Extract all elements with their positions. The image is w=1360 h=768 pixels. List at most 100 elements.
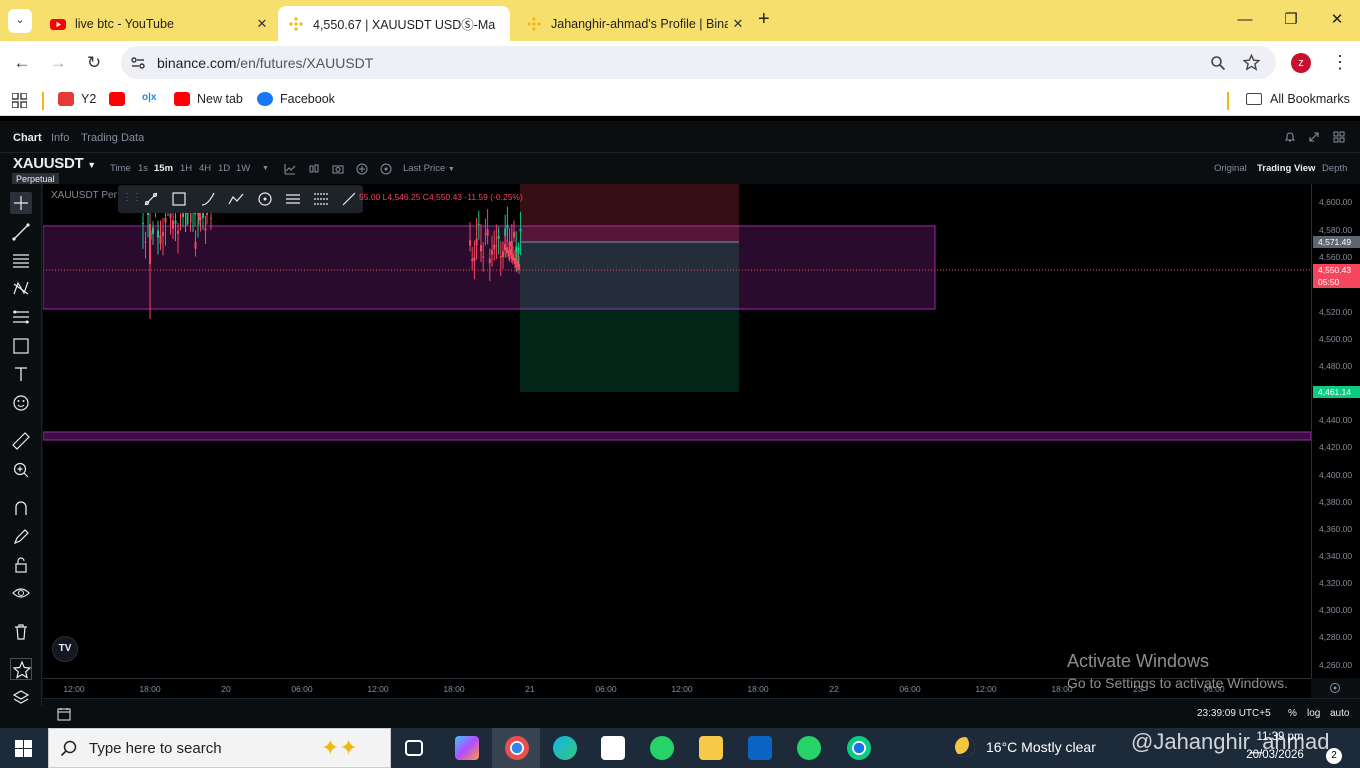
drag-handle-icon[interactable]: ⋮⋮ <box>122 192 142 203</box>
path-icon[interactable] <box>227 190 245 208</box>
bookmark-new-tab[interactable]: New tab <box>174 92 243 106</box>
tab-search-button[interactable]: ⌄ <box>8 9 32 33</box>
tab-info[interactable]: Info <box>51 132 69 144</box>
file-explorer-icon[interactable] <box>699 736 723 760</box>
take-profit-zone[interactable] <box>520 242 739 392</box>
fib-channel-icon[interactable] <box>312 190 330 208</box>
timeframe-1s[interactable]: 1s <box>138 163 148 174</box>
back-button[interactable]: ← <box>10 51 34 75</box>
all-bookmarks[interactable]: All Bookmarks <box>1246 92 1350 106</box>
ruler-tool[interactable] <box>10 430 32 452</box>
tab-youtube[interactable]: live btc - YouTube ✕ <box>40 6 272 41</box>
apps-grid-icon[interactable] <box>12 93 27 108</box>
timeframe-15m[interactable]: 15m <box>154 163 173 174</box>
timeframe-1w[interactable]: 1W <box>236 163 250 174</box>
timeframe-4h[interactable]: 4H <box>199 163 211 174</box>
symbol-selector[interactable]: XAUUSDT ▼ <box>13 155 96 172</box>
timeframe-1d[interactable]: 1D <box>218 163 230 174</box>
store-icon[interactable] <box>601 736 625 760</box>
expand-icon[interactable] <box>1308 131 1320 143</box>
trendline-tool[interactable] <box>10 221 32 243</box>
candle-type-icon[interactable] <box>308 163 320 175</box>
address-bar[interactable]: binance.com/en/futures/XAUUSDT <box>121 46 1276 79</box>
edge-icon[interactable] <box>553 736 577 760</box>
draw-mode-tool[interactable] <box>10 526 32 548</box>
magnet-tool[interactable] <box>10 497 32 519</box>
tab-binance-profile[interactable]: Jahanghir-ahmad's Profile | Bina ✕ <box>516 6 748 41</box>
crosshair-tool[interactable] <box>10 192 32 214</box>
stop-loss-zone[interactable] <box>520 184 739 242</box>
auto-toggle[interactable]: auto <box>1330 708 1349 719</box>
chart-plot-area[interactable]: XAUUSDT Per ⋮⋮ 55.00 L4,546.25 C4,550.43… <box>43 184 1311 678</box>
settings-icon[interactable] <box>380 163 392 175</box>
chrome-icon[interactable] <box>847 736 871 760</box>
minimize-button[interactable]: — <box>1222 8 1268 32</box>
ray-icon[interactable] <box>340 190 358 208</box>
timeframe-more-icon[interactable]: ▼ <box>262 165 269 172</box>
fib-tool[interactable] <box>10 306 32 328</box>
tab-binance-chart[interactable]: 4,550.67 | XAUUSDT USDⓈ-Ma <box>278 6 510 41</box>
reload-button[interactable]: ↻ <box>82 51 106 75</box>
bookmark-ok[interactable]: o|x <box>142 92 156 103</box>
parallel-channel-icon[interactable] <box>284 190 302 208</box>
percent-toggle[interactable]: % <box>1288 708 1297 719</box>
bookmark-youtube[interactable] <box>109 92 132 106</box>
trendline-icon[interactable] <box>142 190 160 208</box>
visibility-tool[interactable] <box>10 582 32 604</box>
whatsapp-icon[interactable] <box>650 736 674 760</box>
object-tree-tool[interactable] <box>10 687 32 709</box>
weather-text[interactable]: 16°C Mostly clear <box>986 739 1096 755</box>
tradingview-logo[interactable]: TV <box>52 636 78 662</box>
profile-avatar[interactable]: z <box>1291 53 1311 73</box>
emoji-tool[interactable] <box>10 392 32 414</box>
alert-bell-icon[interactable] <box>1284 131 1296 143</box>
zoom-icon[interactable] <box>1210 55 1226 71</box>
delete-tool[interactable] <box>10 621 32 643</box>
outlook-icon[interactable] <box>748 736 772 760</box>
indicator-icon[interactable] <box>284 163 296 175</box>
bookmark-facebook[interactable]: Facebook <box>257 92 335 106</box>
rectangle-icon[interactable] <box>170 190 188 208</box>
favorites-tool[interactable] <box>10 658 32 680</box>
windows-start-icon[interactable] <box>15 740 32 757</box>
menu-icon[interactable]: ⋮ <box>1331 51 1349 73</box>
purple-horizontal-band[interactable] <box>43 431 1311 441</box>
lock-tool[interactable] <box>10 554 32 576</box>
view-trading-view[interactable]: Trading View <box>1257 163 1315 174</box>
close-icon[interactable]: ✕ <box>728 16 748 32</box>
price-axis[interactable]: 4,600.00 4,580.00 4,560.00 4,520.00 4,500.00… <box>1311 184 1360 678</box>
view-original[interactable]: Original <box>1214 163 1247 174</box>
close-window-button[interactable]: ✕ <box>1314 8 1360 32</box>
timeframe-1h[interactable]: 1H <box>180 163 192 174</box>
curve-icon[interactable] <box>199 190 217 208</box>
add-icon[interactable] <box>356 163 368 175</box>
log-toggle[interactable]: log <box>1307 708 1320 719</box>
bookmark-y2[interactable]: Y2 <box>58 92 96 106</box>
whatsapp-icon[interactable] <box>797 736 821 760</box>
pattern-tool[interactable] <box>10 278 32 300</box>
view-depth[interactable]: Depth <box>1322 163 1347 174</box>
copilot-icon[interactable] <box>455 736 479 760</box>
zoom-tool[interactable] <box>10 459 32 481</box>
forward-button[interactable]: → <box>46 51 70 75</box>
close-icon[interactable]: ✕ <box>252 16 272 32</box>
bookmark-star-icon[interactable] <box>1243 54 1260 71</box>
timeframe-time[interactable]: Time <box>110 163 131 174</box>
purple-range-box[interactable] <box>43 225 936 310</box>
layout-grid-icon[interactable] <box>1333 131 1345 143</box>
horizontal-lines-tool[interactable] <box>10 249 32 271</box>
price-type-selector[interactable]: Last Price ▼ <box>403 163 455 174</box>
task-view-icon[interactable] <box>405 740 423 756</box>
axis-settings-icon[interactable] <box>1329 682 1341 694</box>
taskbar-search-box[interactable]: Type here to search ✦✦ <box>48 728 391 768</box>
weather-moon-icon[interactable] <box>955 737 975 757</box>
new-tab-button[interactable]: + <box>758 8 770 31</box>
calendar-icon[interactable] <box>57 707 71 721</box>
shape-tool[interactable] <box>10 335 32 357</box>
circle-icon[interactable] <box>256 190 274 208</box>
tab-trading-data[interactable]: Trading Data <box>81 132 144 144</box>
tab-chart[interactable]: Chart <box>13 132 42 144</box>
utc-clock[interactable]: 23:39:09 UTC+5 <box>1197 708 1271 719</box>
text-tool[interactable] <box>10 363 32 385</box>
camera-icon[interactable] <box>332 163 344 175</box>
